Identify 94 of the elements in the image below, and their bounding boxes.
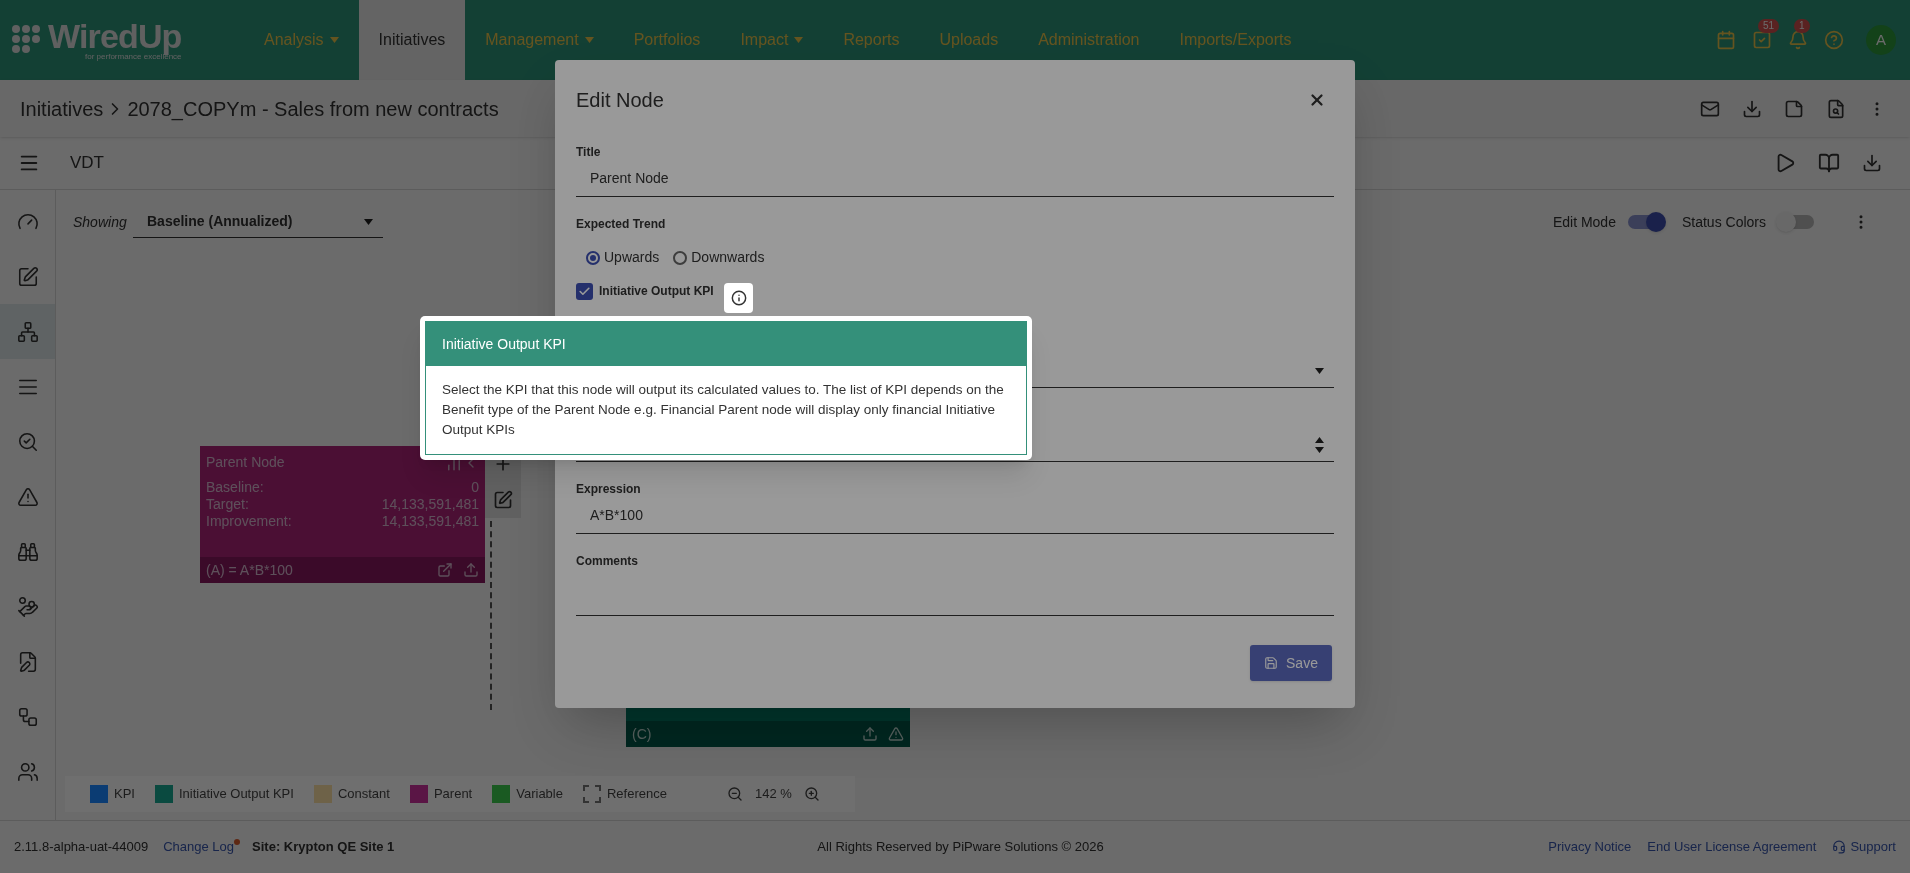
hand-coin-icon bbox=[16, 595, 39, 618]
legend-label: KPI bbox=[114, 785, 135, 804]
logo-icon bbox=[12, 25, 42, 55]
file-search-icon[interactable] bbox=[1826, 98, 1846, 119]
breadcrumb-current: 2078_COPYm - Sales from new contracts bbox=[127, 96, 499, 123]
nav-tab[interactable]: Reports bbox=[823, 0, 920, 80]
radio-button[interactable] bbox=[673, 250, 688, 265]
field-label: Title bbox=[576, 144, 602, 161]
network-icon bbox=[16, 705, 39, 728]
info-button[interactable] bbox=[724, 283, 753, 313]
legend-label: Reference bbox=[606, 785, 667, 804]
nav-tab[interactable]: Initiatives bbox=[358, 0, 466, 80]
radio-button[interactable] bbox=[586, 250, 600, 265]
users-icon bbox=[16, 760, 39, 783]
open-icon[interactable] bbox=[437, 562, 453, 578]
dialog-title: Edit Node bbox=[576, 88, 664, 113]
site-name: Site: Krypton QE Site 1 bbox=[252, 838, 395, 857]
download-icon[interactable] bbox=[1862, 153, 1882, 173]
node-row-value: 0 bbox=[471, 479, 479, 496]
checkbox-label: Initiative Output KPI bbox=[599, 283, 714, 300]
edit-icon[interactable] bbox=[493, 490, 513, 510]
node-row-label: Target: bbox=[206, 496, 249, 513]
toggle-label: Edit Mode bbox=[1552, 212, 1616, 232]
nav-tab[interactable]: Uploads bbox=[919, 0, 1019, 80]
legend-label: Parent bbox=[433, 785, 473, 804]
nav-tab[interactable]: Administration bbox=[1018, 0, 1160, 80]
caret-icon bbox=[1315, 367, 1324, 374]
search-icon bbox=[16, 430, 39, 453]
toggle-switch[interactable] bbox=[1627, 215, 1664, 229]
toggle-label: Status Colors bbox=[1681, 212, 1766, 232]
hierarchy-icon bbox=[16, 320, 39, 343]
note-icon[interactable] bbox=[1784, 98, 1804, 119]
expression-input[interactable]: A*B*100 bbox=[576, 498, 1334, 534]
nav-tab[interactable]: Portfolios bbox=[613, 0, 721, 80]
nav-tab[interactable]: Impact bbox=[720, 0, 824, 80]
upload-icon[interactable] bbox=[463, 562, 479, 578]
logo-text: WiredUp bbox=[48, 19, 182, 53]
showing-label: Showing bbox=[73, 212, 128, 232]
tooltip-text: Select the KPI that this node will output its calculated values to. The list of KPI depends on the Benefit type of the Parent Node e.g. Financial Parent node will display only financial Initiative Output KPIs bbox=[441, 381, 1005, 439]
close-icon[interactable] bbox=[1308, 91, 1326, 109]
page-title: VDT bbox=[70, 152, 104, 175]
zoom-level: 142 % bbox=[754, 785, 792, 804]
breadcrumb-link[interactable]: Initiatives bbox=[20, 93, 104, 124]
node-formula: (A) = A*B*100 bbox=[206, 560, 293, 580]
tooltip-title: Initiative Output KPI bbox=[426, 322, 1026, 366]
toggle-switch[interactable] bbox=[1778, 215, 1814, 229]
info-icon bbox=[730, 290, 747, 306]
checklist-icon[interactable] bbox=[1752, 30, 1772, 50]
count-badge: 51 bbox=[1758, 19, 1780, 33]
radio-label: Downwards bbox=[691, 248, 765, 267]
warning-icon bbox=[16, 485, 39, 508]
change-log-link[interactable]: Change Log bbox=[163, 837, 235, 857]
node-formula: (C) bbox=[632, 724, 652, 744]
footer-link[interactable]: Privacy Notice bbox=[1548, 837, 1632, 857]
legend-label: Constant bbox=[337, 785, 390, 804]
version-text: 2.11.8-alpha-uat-44009 bbox=[14, 838, 149, 857]
nav-tab[interactable]: Analysis bbox=[244, 0, 359, 80]
field-label: Comments bbox=[576, 553, 639, 570]
save-button[interactable]: Save bbox=[1250, 645, 1332, 681]
binoculars-icon bbox=[16, 540, 39, 563]
legend-label: Initiative Output KPI bbox=[178, 785, 294, 804]
support-link[interactable]: Support bbox=[1850, 837, 1896, 857]
checkbox[interactable] bbox=[576, 282, 593, 300]
parent-node-card[interactable]: Parent Node Baseline: 0 Target: 14,133,591,481 Improvement: 14,133,591,481 (A) = A*B*100 bbox=[200, 446, 485, 583]
field-label: Expected Trend bbox=[576, 216, 667, 233]
copyright-text: All Rights Reserved by PiPware Solutions © 2026 bbox=[817, 838, 1104, 857]
footer-link[interactable]: End User License Agreement bbox=[1647, 837, 1817, 857]
nav-tab[interactable]: Management bbox=[465, 0, 614, 80]
radio-label: Upwards bbox=[604, 248, 660, 267]
support-icon[interactable] bbox=[1832, 840, 1847, 854]
node-row-label: Baseline: bbox=[206, 479, 264, 496]
download-icon[interactable] bbox=[1742, 98, 1762, 119]
node-title: Parent Node bbox=[206, 453, 285, 472]
upload-icon[interactable] bbox=[862, 726, 878, 742]
node-row-label: Improvement: bbox=[206, 513, 292, 530]
spinner-icon bbox=[1315, 436, 1324, 453]
count-badge: 1 bbox=[1794, 19, 1810, 33]
check-icon bbox=[578, 284, 591, 298]
caret-icon bbox=[364, 218, 373, 225]
zoom-in-icon[interactable] bbox=[803, 786, 820, 802]
zoom-out-icon[interactable] bbox=[726, 786, 743, 802]
title-input[interactable]: Parent Node bbox=[576, 161, 1334, 197]
warning-icon[interactable] bbox=[888, 726, 904, 742]
user-avatar[interactable]: A bbox=[1866, 25, 1896, 55]
field-label: Expression bbox=[576, 481, 642, 498]
baseline-select[interactable]: Baseline (Annualized) bbox=[133, 206, 383, 238]
edit-icon bbox=[16, 265, 39, 288]
sidebar-item[interactable] bbox=[0, 304, 55, 359]
nav-tab[interactable]: Imports/Exports bbox=[1159, 0, 1312, 80]
book-icon[interactable] bbox=[1818, 152, 1840, 174]
legend-label: Variable bbox=[516, 785, 563, 804]
node-row-value: 14,133,591,481 bbox=[381, 496, 479, 513]
node-row-value: 14,133,591,481 bbox=[381, 513, 479, 530]
save-icon bbox=[1264, 656, 1279, 670]
